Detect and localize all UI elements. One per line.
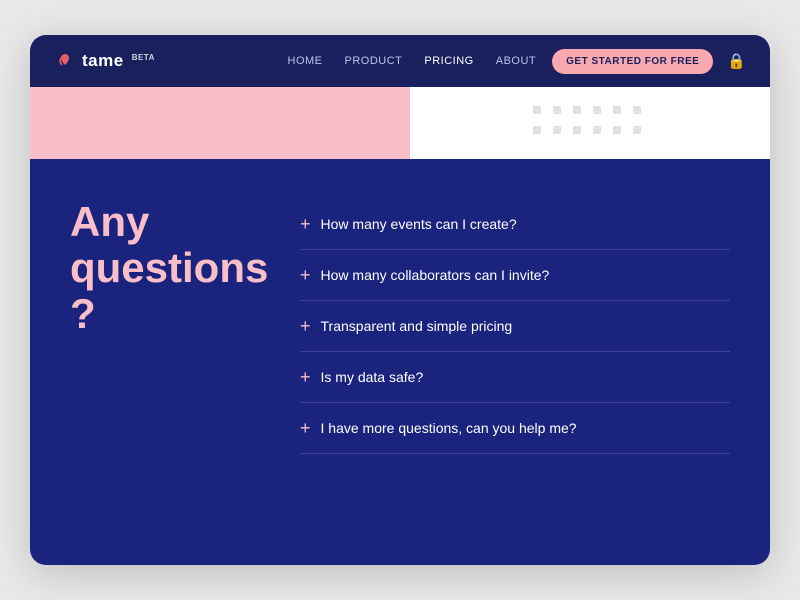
- plus-icon-4: +: [300, 368, 311, 386]
- headline: Any questions ?: [70, 199, 270, 338]
- left-section: Any questions ?: [70, 199, 270, 338]
- dot: [533, 106, 541, 114]
- nav-links: HOME PRODUCT PRICING ABOUT: [288, 55, 537, 67]
- faq-text-1: How many events can I create?: [321, 216, 517, 232]
- dot: [633, 126, 641, 134]
- dot: [553, 126, 561, 134]
- lock-icon: 🔒: [727, 52, 746, 70]
- headline-line1: Any: [70, 199, 270, 245]
- faq-section: + How many events can I create? + How ma…: [300, 199, 730, 454]
- faq-item-1[interactable]: + How many events can I create?: [300, 199, 730, 250]
- plus-icon-1: +: [300, 215, 311, 233]
- beta-badge: BETA: [132, 53, 155, 62]
- nav-product[interactable]: PRODUCT: [345, 55, 403, 67]
- dots-block: [410, 87, 770, 159]
- faq-text-2: How many collaborators can I invite?: [321, 267, 550, 283]
- dot: [613, 126, 621, 134]
- main-content: Any questions ? + How many events can I …: [30, 159, 770, 565]
- faq-item-2[interactable]: + How many collaborators can I invite?: [300, 250, 730, 301]
- dot: [573, 126, 581, 134]
- main-card: tame BETA HOME PRODUCT PRICING ABOUT GET…: [30, 35, 770, 565]
- plus-icon-2: +: [300, 266, 311, 284]
- faq-text-3: Transparent and simple pricing: [321, 318, 513, 334]
- dot: [593, 106, 601, 114]
- dot: [573, 106, 581, 114]
- faq-item-3[interactable]: + Transparent and simple pricing: [300, 301, 730, 352]
- plus-icon-3: +: [300, 317, 311, 335]
- dot: [553, 106, 561, 114]
- nav-about[interactable]: ABOUT: [496, 55, 536, 67]
- logo-area: tame BETA: [54, 50, 288, 72]
- dot: [593, 126, 601, 134]
- dots-grid: [533, 106, 647, 140]
- logo-icon: [54, 50, 76, 72]
- pink-block: [30, 87, 410, 159]
- faq-text-5: I have more questions, can you help me?: [321, 420, 577, 436]
- banner-section: [30, 87, 770, 159]
- faq-text-4: Is my data safe?: [321, 369, 424, 385]
- headline-line2: questions ?: [70, 245, 270, 337]
- dot: [533, 126, 541, 134]
- nav-home[interactable]: HOME: [288, 55, 323, 67]
- dot: [613, 106, 621, 114]
- faq-item-5[interactable]: + I have more questions, can you help me…: [300, 403, 730, 454]
- nav-pricing[interactable]: PRICING: [424, 55, 473, 67]
- logo-text: tame: [82, 51, 124, 71]
- faq-item-4[interactable]: + Is my data safe?: [300, 352, 730, 403]
- navbar: tame BETA HOME PRODUCT PRICING ABOUT GET…: [30, 35, 770, 87]
- get-started-button[interactable]: GET STARTED FOR FREE: [552, 49, 713, 74]
- plus-icon-5: +: [300, 419, 311, 437]
- dot: [633, 106, 641, 114]
